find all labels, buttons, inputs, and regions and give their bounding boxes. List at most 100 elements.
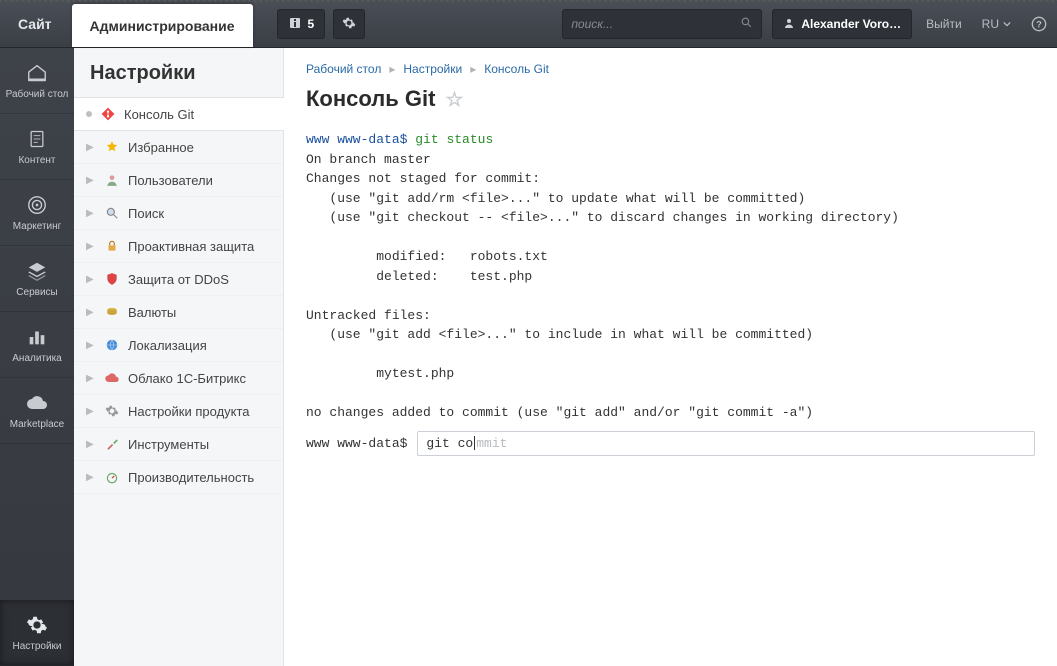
rail-label: Маркетинг	[13, 221, 62, 232]
sidebar-item-localization[interactable]: ▶ Локализация	[74, 329, 283, 362]
gear-icon	[25, 613, 49, 637]
console-input[interactable]: git commit	[417, 431, 1035, 456]
sidebar-item-currency[interactable]: ▶ Валюты	[74, 296, 283, 329]
settings-button[interactable]	[333, 9, 365, 39]
chevron-right-icon: ▶	[86, 439, 96, 450]
chevron-right-icon: ▶	[86, 208, 96, 219]
rail-label: Контент	[18, 155, 55, 166]
sidebar-item-cloud[interactable]: ▶ Облако 1С-Битрикс	[74, 362, 283, 395]
sidebar-title: Настройки	[74, 62, 283, 97]
search-input[interactable]	[571, 17, 740, 31]
favorite-star-icon[interactable]: ☆	[445, 87, 463, 112]
sidebar-item-users[interactable]: ▶ Пользователи	[74, 164, 283, 197]
sidebar-item-git-console[interactable]: Консоль Git	[74, 97, 283, 131]
user-icon	[783, 17, 795, 32]
sidebar-item-label: Настройки продукта	[128, 404, 250, 419]
sidebar-item-label: Валюты	[128, 305, 176, 320]
notifications-button[interactable]: 5	[277, 9, 326, 39]
tab-admin[interactable]: Администрирование	[72, 4, 253, 47]
rail-analytics[interactable]: Аналитика	[0, 312, 74, 378]
chevron-right-icon: ▶	[86, 406, 96, 417]
rail-content[interactable]: Контент	[0, 114, 74, 180]
chevron-right-icon: ▸	[470, 62, 476, 76]
rail-services[interactable]: Сервисы	[0, 246, 74, 312]
sidebar-item-label: Облако 1С-Битрикс	[128, 371, 246, 386]
chevron-right-icon: ▶	[86, 142, 96, 153]
lock-icon	[104, 238, 120, 254]
rail-label: Marketplace	[10, 419, 64, 430]
sidebar-item-proactive[interactable]: ▶ Проактивная защита	[74, 230, 283, 263]
console-input-typed: git co	[426, 436, 473, 451]
sidebar-item-favorites[interactable]: ▶ Избранное	[74, 131, 283, 164]
help-icon: ?	[1031, 16, 1047, 32]
chevron-right-icon: ▶	[86, 175, 96, 186]
perf-icon	[104, 469, 120, 485]
chevron-right-icon: ▶	[86, 373, 96, 384]
console-input-autocomplete: mmit	[476, 436, 507, 451]
user-icon	[104, 172, 120, 188]
console-prompt: www www-data$	[306, 132, 407, 147]
lang-switcher[interactable]: RU	[972, 0, 1021, 47]
git-icon	[100, 106, 116, 122]
sidebar-item-performance[interactable]: ▶ Производительность	[74, 461, 283, 494]
rail-desktop[interactable]: Рабочий стол	[0, 48, 74, 114]
chevron-right-icon: ▶	[86, 472, 96, 483]
shield-icon	[104, 271, 120, 287]
info-icon	[288, 16, 302, 33]
home-icon	[25, 61, 49, 85]
sidebar-item-label: Проактивная защита	[128, 239, 254, 254]
rail-settings[interactable]: Настройки	[0, 600, 74, 666]
breadcrumb: Рабочий стол ▸ Настройки ▸ Консоль Git	[306, 62, 1035, 76]
logout-link[interactable]: Выйти	[916, 0, 972, 47]
cloud-icon	[25, 391, 49, 415]
notifications-count: 5	[308, 17, 315, 31]
sidebar-item-product-settings[interactable]: ▶ Настройки продукта	[74, 395, 283, 428]
rail-label: Сервисы	[16, 287, 57, 298]
sidebar: Настройки Консоль Git ▶ Избранное ▶ Поль…	[74, 48, 284, 666]
help-button[interactable]: ?	[1021, 0, 1057, 47]
target-icon	[25, 193, 49, 217]
search-box[interactable]	[562, 9, 762, 39]
rail-label: Рабочий стол	[6, 89, 69, 100]
sidebar-item-label: Производительность	[128, 470, 254, 485]
bars-icon	[25, 325, 49, 349]
layers-icon	[25, 259, 49, 283]
console-input-row: www www-data$ git commit	[306, 431, 1035, 456]
sidebar-item-tools[interactable]: ▶ Инструменты	[74, 428, 283, 461]
chevron-right-icon: ▶	[86, 340, 96, 351]
breadcrumb-link[interactable]: Настройки	[403, 62, 462, 76]
sidebar-item-label: Пользователи	[128, 173, 213, 188]
breadcrumb-link[interactable]: Консоль Git	[484, 62, 549, 76]
main-content: Рабочий стол ▸ Настройки ▸ Консоль Git К…	[284, 48, 1057, 666]
console-input-prompt: www www-data$	[306, 436, 407, 451]
sidebar-item-label: Избранное	[128, 140, 194, 155]
chevron-right-icon: ▶	[86, 241, 96, 252]
search-icon[interactable]	[740, 16, 753, 32]
topbar: Сайт Администрирование 5 Alexander Voro……	[0, 0, 1057, 48]
breadcrumb-link[interactable]: Рабочий стол	[306, 62, 381, 76]
svg-text:?: ?	[1036, 19, 1042, 29]
rail-label: Настройки	[12, 641, 61, 652]
text-cursor	[474, 436, 475, 450]
lang-label: RU	[982, 17, 999, 31]
globe-icon	[104, 337, 120, 353]
page-title: Консоль Git ☆	[306, 86, 1035, 112]
doc-icon	[25, 127, 49, 151]
tools-icon	[104, 436, 120, 452]
sidebar-item-label: Инструменты	[128, 437, 209, 452]
gear-icon	[342, 16, 356, 33]
sidebar-item-search[interactable]: ▶ Поиск	[74, 197, 283, 230]
chevron-right-icon: ▸	[389, 62, 395, 76]
tab-site[interactable]: Сайт	[0, 0, 70, 47]
chevron-right-icon: ▶	[86, 274, 96, 285]
rail-marketing[interactable]: Маркетинг	[0, 180, 74, 246]
user-menu[interactable]: Alexander Voro…	[772, 9, 912, 39]
sidebar-item-label: Локализация	[128, 338, 207, 353]
chevron-right-icon: ▶	[86, 307, 96, 318]
sidebar-item-label: Консоль Git	[124, 107, 194, 122]
rail-marketplace[interactable]: Marketplace	[0, 378, 74, 444]
page-title-text: Консоль Git	[306, 86, 435, 112]
git-console-output: www www-data$ git status On branch maste…	[306, 130, 1035, 423]
cloud-icon	[104, 370, 120, 386]
sidebar-item-ddos[interactable]: ▶ Защита от DDoS	[74, 263, 283, 296]
